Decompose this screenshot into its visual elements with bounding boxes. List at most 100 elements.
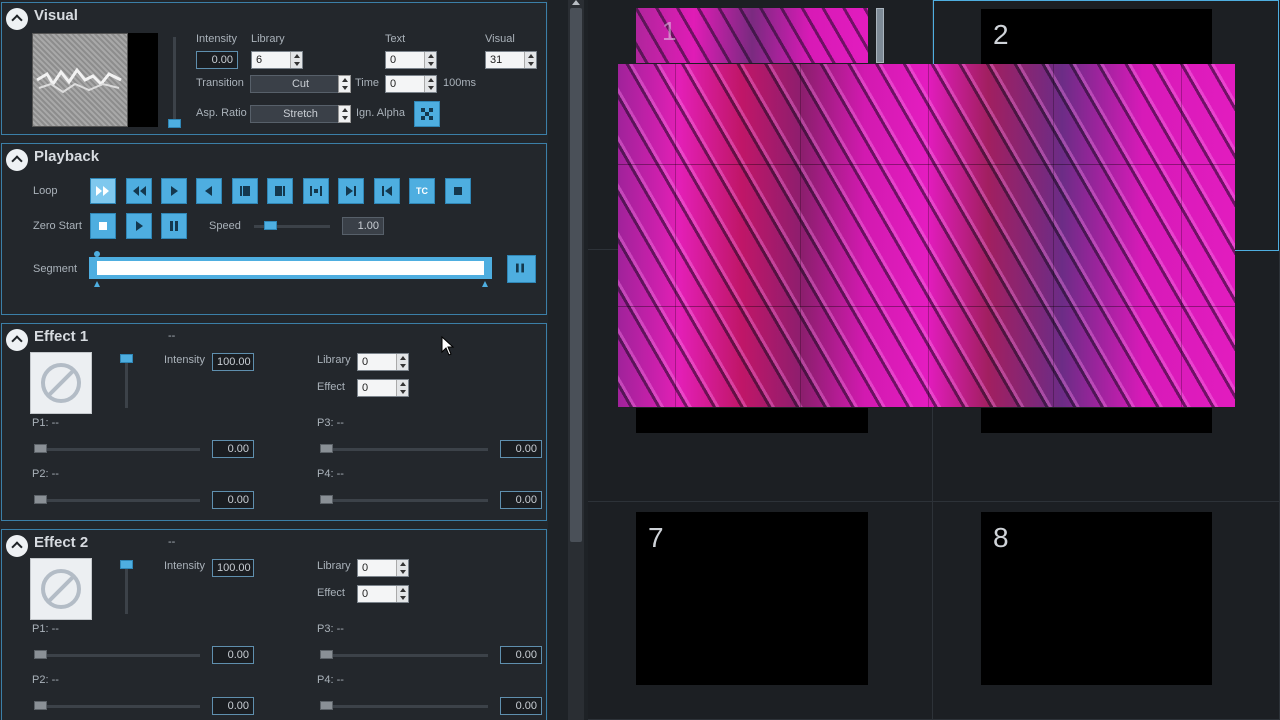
segment-pause-button[interactable] [507,255,536,283]
stop-button[interactable] [445,178,471,204]
effect2-intensity-label: Intensity [164,560,205,572]
time-spinner[interactable]: 0 [385,75,437,93]
zero-start-play-button[interactable] [126,213,152,239]
preview-col-divider [800,64,801,407]
text-spinner[interactable]: 0 [385,51,437,69]
slot-cell-7[interactable]: 7 [588,502,933,720]
visual-spin-arrows[interactable] [524,52,536,68]
library-label: Library [251,33,285,45]
collapse-effect2-button[interactable] [6,535,28,557]
effect2-p1-field[interactable]: 0.00 [212,646,254,664]
effect1-library-spinner[interactable]: 0 [357,353,409,371]
effect2-p2-field[interactable]: 0.00 [212,697,254,715]
effect1-p2-knob[interactable] [34,495,47,504]
effect2-p2-slider[interactable] [34,705,200,708]
segment-handle-left[interactable] [94,281,100,287]
effect2-library-arrows[interactable] [396,560,408,576]
time-spin-arrows[interactable] [424,76,436,92]
collapse-playback-button[interactable] [6,149,28,171]
ign-alpha-button[interactable] [414,101,440,127]
effect2-name: -- [168,536,176,548]
transition-arrows[interactable] [338,75,351,93]
step-in-button[interactable] [232,178,258,204]
effect1-intensity-field[interactable]: 100.00 [212,353,254,371]
play-reverse-button[interactable] [196,178,222,204]
skip-forward-button[interactable] [338,178,364,204]
scroll-up-arrow-icon[interactable] [572,0,580,5]
effect2-p3-knob[interactable] [320,650,333,659]
effect1-library-value: 0 [362,356,369,368]
effect2-library-spinner[interactable]: 0 [357,559,409,577]
effect2-effect-arrows[interactable] [396,586,408,602]
speed-field[interactable]: 1.00 [342,217,384,235]
effect2-p2-knob[interactable] [34,701,47,710]
effect1-p2-slider[interactable] [34,499,200,502]
step-out-button[interactable] [267,178,293,204]
skip-back-button[interactable] [374,178,400,204]
visual-number-spinner[interactable]: 31 [485,51,537,69]
zero-start-pause-button[interactable] [161,213,187,239]
play-forward-button[interactable] [161,178,187,204]
intensity-field[interactable]: 0.00 [196,51,238,69]
zero-start-stop-button[interactable] [90,213,116,239]
text-spin-arrows[interactable] [424,52,436,68]
effect2-effect-spinner[interactable]: 0 [357,585,409,603]
effect2-intensity-knob[interactable] [120,560,133,569]
effect2-p4-slider[interactable] [320,705,488,708]
stop-icon [454,187,462,195]
effect1-effect-arrows[interactable] [396,380,408,396]
left-pane-scrollbar[interactable] [568,0,584,720]
effect2-intensity-slider[interactable] [125,564,128,614]
effect1-p3-field[interactable]: 0.00 [500,440,542,458]
collapse-visual-button[interactable] [6,8,28,30]
library-value: 6 [256,54,263,66]
loop-rewind-button[interactable] [126,178,152,204]
library-spinner[interactable]: 6 [251,51,303,69]
effect1-p4-knob[interactable] [320,495,333,504]
effect1-p2-label: P2: -- [32,468,59,480]
effect1-thumbnail[interactable] [30,352,92,414]
slot-cell-8[interactable]: 8 [933,502,1280,720]
aspect-ratio-dropdown[interactable]: Stretch [250,105,351,123]
effect1-p4-slider[interactable] [320,499,488,502]
effect2-p3-field[interactable]: 0.00 [500,646,542,664]
effect1-effect-spinner[interactable]: 0 [357,379,409,397]
library-spin-arrows[interactable] [290,52,302,68]
effect2-thumbnail[interactable] [30,558,92,620]
effect1-library-arrows[interactable] [396,354,408,370]
segment-handle-right[interactable] [482,281,488,287]
effect2-p4-field[interactable]: 0.00 [500,697,542,715]
effect1-p2-field[interactable]: 0.00 [212,491,254,509]
properties-pane: Visual Intensity 0.00 Library 6 Text 0 V… [0,0,548,720]
effect2-p3-slider[interactable] [320,654,488,657]
segment-range[interactable] [97,261,484,275]
slot-1-number: 1 [662,16,677,46]
visual-intensity-slider[interactable] [173,37,176,125]
effect1-p1-field[interactable]: 0.00 [212,440,254,458]
loop-forward-button[interactable] [90,178,116,204]
effect1-p4-field[interactable]: 0.00 [500,491,542,509]
effect1-p4-label: P4: -- [317,468,344,480]
segment-bar[interactable] [89,257,492,279]
transition-dropdown[interactable]: Cut [250,75,351,93]
timecode-button[interactable]: TC [409,178,435,204]
speed-knob[interactable] [264,221,277,230]
effect1-p3-slider[interactable] [320,448,488,451]
effect2-p4-knob[interactable] [320,701,333,710]
visual-intensity-knob[interactable] [168,119,181,128]
effect1-intensity-knob[interactable] [120,354,133,363]
segment-center-button[interactable] [303,178,329,204]
effect1-intensity-slider[interactable] [125,358,128,408]
slot-1-scroll-handle[interactable] [876,8,884,63]
effect2-p1-knob[interactable] [34,650,47,659]
aspect-ratio-arrows[interactable] [338,105,351,123]
effect2-p1-slider[interactable] [34,654,200,657]
effect1-p3-knob[interactable] [320,444,333,453]
collapse-effect1-button[interactable] [6,329,28,351]
effect1-p1-slider[interactable] [34,448,200,451]
effect2-intensity-field[interactable]: 100.00 [212,559,254,577]
scrollbar-thumb[interactable] [570,8,582,542]
effect1-p1-knob[interactable] [34,444,47,453]
preview-row-divider [618,306,1235,307]
effect1-name: -- [168,330,176,342]
